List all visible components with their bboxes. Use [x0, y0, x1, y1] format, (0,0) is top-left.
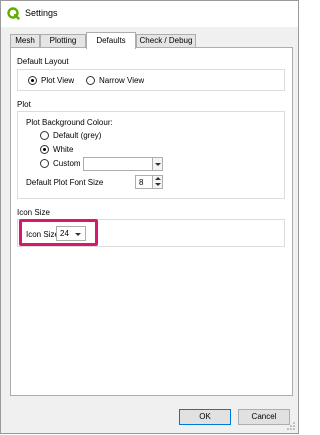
tab-check-debug[interactable]: Check / Debug: [136, 34, 196, 47]
chevron-down-icon[interactable]: [152, 158, 162, 170]
qgis-logo-icon: [7, 7, 20, 20]
bg-default-grey-label[interactable]: Default (grey): [53, 131, 101, 140]
spin-down-icon[interactable]: [155, 183, 161, 186]
tab-defaults[interactable]: Defaults: [86, 32, 136, 49]
default-layout-group: Plot View Narrow View: [17, 69, 285, 91]
default-plot-font-size-label: Default Plot Font Size: [26, 178, 104, 187]
plot-bg-colour-label: Plot Background Colour:: [26, 118, 113, 127]
spin-buttons[interactable]: [152, 176, 162, 188]
spin-up-icon[interactable]: [155, 177, 161, 180]
cancel-button[interactable]: Cancel: [238, 409, 290, 425]
tab-plotting[interactable]: Plotting: [40, 34, 86, 47]
plot-view-label[interactable]: Plot View: [41, 76, 74, 85]
settings-dialog: Settings Mesh Plotting Defaults Check / …: [0, 0, 299, 434]
plot-view-radio[interactable]: [28, 76, 37, 85]
narrow-view-label[interactable]: Narrow View: [99, 76, 144, 85]
bg-white-label[interactable]: White: [53, 145, 73, 154]
bg-custom-radio[interactable]: [40, 159, 49, 168]
default-layout-heading: Default Layout: [17, 57, 69, 66]
resize-grip-icon[interactable]: [287, 422, 295, 430]
icon-size-heading: Icon Size: [17, 208, 50, 217]
plot-font-size-spinbox[interactable]: 8: [135, 175, 163, 189]
icon-size-highlight-annotation: [19, 219, 98, 246]
plot-group: Plot Background Colour: Default (grey) W…: [17, 111, 285, 199]
bg-white-radio[interactable]: [40, 145, 49, 154]
plot-font-size-value[interactable]: 8: [139, 178, 143, 187]
narrow-view-radio[interactable]: [86, 76, 95, 85]
plot-heading: Plot: [17, 100, 31, 109]
ok-button[interactable]: OK: [179, 409, 231, 425]
bg-custom-label[interactable]: Custom: [53, 159, 81, 168]
window-title: Settings: [25, 8, 58, 18]
bg-default-grey-radio[interactable]: [40, 131, 49, 140]
custom-colour-picker[interactable]: [83, 157, 163, 171]
title-bar: Settings: [1, 1, 298, 27]
tab-mesh[interactable]: Mesh: [10, 34, 40, 47]
